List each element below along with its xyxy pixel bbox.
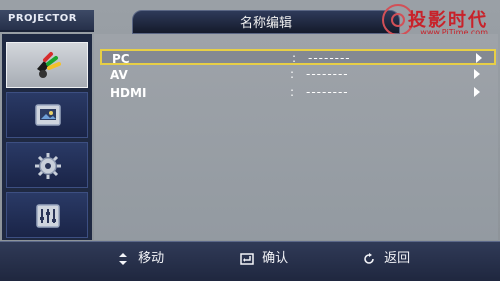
menu-row-pc[interactable]: PC : -------- — [100, 49, 496, 66]
chevron-right-icon — [474, 87, 480, 97]
settings-gear-icon — [35, 153, 61, 179]
move-arrows-icon — [119, 252, 127, 265]
brand-label: PROJECTOR — [8, 13, 77, 24]
equalizer-icon — [36, 204, 60, 228]
footer-move: 移动 — [116, 247, 164, 266]
input-cables-icon — [37, 52, 61, 78]
footer-back-label: 返回 — [384, 251, 411, 266]
chevron-right-icon — [476, 53, 482, 63]
sidebar-item-picture[interactable] — [6, 92, 88, 138]
menu-value: -------- — [306, 85, 349, 99]
footer-move-label: 移动 — [138, 251, 165, 266]
menu-colon: : — [290, 85, 295, 99]
footer-confirm: 确认 — [240, 247, 288, 266]
footer-back: 返回 — [362, 247, 410, 266]
return-icon — [364, 252, 374, 264]
sidebar-item-setup[interactable] — [6, 142, 88, 188]
menu-label: HDMI — [110, 86, 147, 100]
sidebar-item-input[interactable] — [6, 42, 88, 88]
menu-label: AV — [110, 68, 128, 82]
menu-colon: : — [290, 67, 295, 81]
picture-icon — [35, 104, 61, 126]
sidebar-item-options[interactable] — [6, 192, 88, 238]
footer-confirm-label: 确认 — [262, 251, 289, 266]
menu-label: PC — [112, 52, 130, 66]
chevron-right-icon — [474, 69, 480, 79]
menu-colon: : — [292, 51, 297, 65]
sidebar — [2, 34, 92, 240]
menu-row-av[interactable]: AV : -------- — [100, 67, 496, 83]
menu-value: -------- — [308, 51, 351, 65]
enter-icon — [240, 252, 254, 265]
menu-row-hdmi[interactable]: HDMI : -------- — [100, 85, 496, 101]
page-title: 名称编辑 — [239, 16, 292, 31]
menu-value: -------- — [306, 67, 349, 81]
